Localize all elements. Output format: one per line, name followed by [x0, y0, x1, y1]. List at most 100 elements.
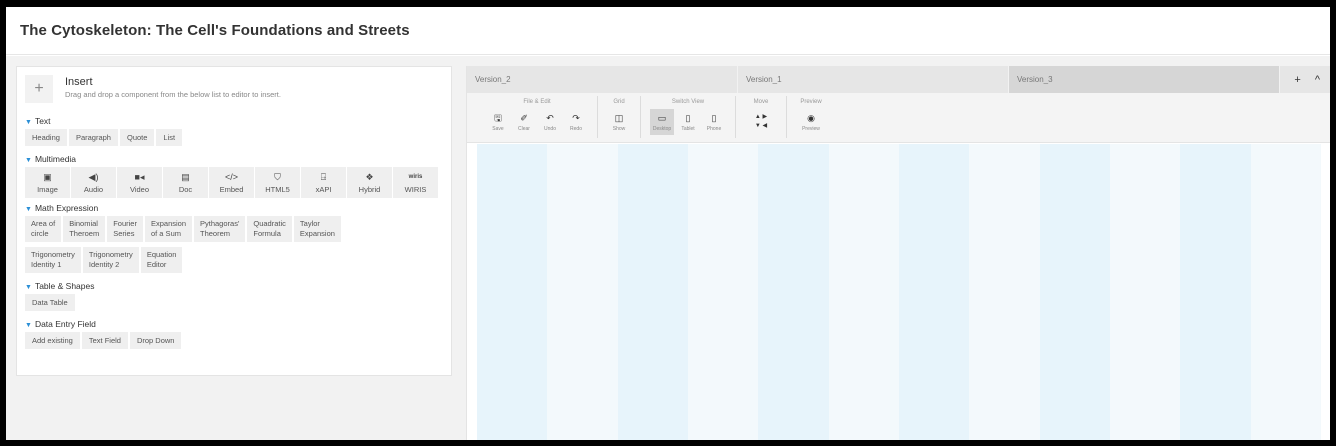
component-drop-down[interactable]: Drop Down: [129, 332, 182, 349]
component-area-of-circle[interactable]: Area of circle: [25, 216, 62, 242]
tab-version-3[interactable]: Version_3: [1009, 66, 1280, 93]
tab-version-2[interactable]: Version_2: [467, 66, 738, 93]
component-label: Pythagoras': [200, 219, 240, 228]
workspace: + Insert Drag and drop a component from …: [6, 56, 1330, 440]
grid-column: [547, 144, 618, 440]
grid-column: [828, 144, 899, 440]
clear-button[interactable]: ✐ Clear: [512, 109, 536, 135]
insert-header: + Insert Drag and drop a component from …: [17, 67, 451, 111]
section-dataentry-toggle[interactable]: ▼ Data Entry Field: [17, 318, 451, 330]
undo-icon: ↶: [546, 112, 554, 123]
tab-version-1[interactable]: Version_1: [738, 66, 1009, 93]
tablet-view-button[interactable]: ▯ Tablet: [676, 109, 700, 135]
component-label: Hybrid: [358, 185, 381, 194]
component-equation-editor[interactable]: Equation Editor: [140, 247, 183, 273]
section-math-toggle[interactable]: ▼ Math Expression: [17, 202, 451, 214]
component-label: HTML5: [265, 185, 290, 194]
component-add-existing[interactable]: Add existing: [25, 332, 80, 349]
component-taylor-expansion[interactable]: Taylor Expansion: [293, 216, 341, 242]
component-wiris[interactable]: wiris WIRIS: [393, 167, 438, 198]
section-multimedia-toggle[interactable]: ▼ Multimedia: [17, 153, 451, 165]
component-label: Identity 1: [31, 260, 62, 269]
version-tabs: Version_2 Version_1 Version_3 + ^: [467, 66, 1330, 93]
component-list[interactable]: List: [156, 129, 183, 146]
redo-button[interactable]: ↷ Redo: [564, 109, 588, 135]
component-label: Video: [129, 185, 150, 194]
section-table-toggle[interactable]: ▼ Table & Shapes: [17, 280, 451, 292]
component-expansion-of-sum[interactable]: Expansion of a Sum: [144, 216, 192, 242]
component-trig-identity-2[interactable]: Trigonometry Identity 2: [82, 247, 139, 273]
component-binomial-theorem[interactable]: Binomial Theroem: [63, 216, 106, 242]
component-label: Equation: [146, 250, 177, 259]
move-controls[interactable]: ▲ ▶ ▼ ◀: [745, 109, 777, 135]
component-quadratic-formula[interactable]: Quadratic Formula: [247, 216, 292, 242]
section-multimedia-title: Multimedia: [34, 154, 77, 164]
eye-icon: ◉: [807, 112, 815, 123]
group-label: Preview: [800, 99, 822, 105]
grid-column: [1250, 144, 1321, 440]
page-title: The Cytoskeleton: The Cell's Foundations…: [20, 22, 410, 39]
component-label: Fourier: [113, 219, 137, 228]
eraser-icon: ✐: [520, 112, 528, 123]
move-down-left-icon[interactable]: ▼ ◀: [746, 122, 776, 131]
component-label: Theroem: [69, 229, 100, 238]
grid-column: [758, 144, 829, 440]
component-paragraph[interactable]: Paragraph: [68, 129, 118, 146]
component-video[interactable]: ■◂ Video: [117, 167, 162, 198]
component-trig-identity-1[interactable]: Trigonometry Identity 1: [25, 247, 81, 273]
button-label: Show: [612, 125, 626, 132]
add-version-icon[interactable]: +: [1294, 74, 1300, 86]
group-label: Switch View: [671, 99, 705, 105]
caret-down-icon: ▼: [25, 157, 32, 164]
group-file-edit: File & Edit 🖫 Save ✐ Clear ↶ Undo ↷ Redo: [477, 96, 598, 138]
component-html5[interactable]: ⛉ HTML5: [255, 167, 300, 198]
component-hybrid[interactable]: ❖ Hybrid: [347, 167, 392, 198]
component-audio[interactable]: ◀) Audio: [71, 167, 116, 198]
section-text-toggle[interactable]: ▼ Text: [17, 115, 451, 127]
component-doc[interactable]: ▤ Doc: [163, 167, 208, 198]
component-label: Formula: [253, 229, 281, 238]
save-icon: 🖫: [494, 112, 502, 123]
collapse-icon[interactable]: ^: [1315, 74, 1320, 86]
insert-hint: Drag and drop a component from the below…: [65, 90, 281, 99]
component-embed[interactable]: </> Embed: [209, 167, 254, 198]
component-label: of a Sum: [150, 229, 181, 238]
component-pythagoras-theorem[interactable]: Pythagoras' Theorem: [194, 216, 246, 242]
component-label: Doc: [178, 185, 193, 194]
button-label: Desktop: [652, 125, 672, 132]
component-label: Editor: [146, 260, 167, 269]
component-label: Taylor: [299, 219, 320, 228]
group-preview: Preview ◉ Preview: [787, 96, 835, 138]
section-table-title: Table & Shapes: [34, 281, 95, 291]
save-button[interactable]: 🖫 Save: [486, 109, 510, 135]
group-label: File & Edit: [523, 99, 551, 105]
component-label: Trigonometry: [31, 250, 75, 259]
show-grid-button[interactable]: ◫ Show: [607, 109, 631, 135]
component-data-table[interactable]: Data Table: [25, 294, 75, 311]
undo-button[interactable]: ↶ Undo: [538, 109, 562, 135]
phone-view-button[interactable]: ▯ Phone: [702, 109, 726, 135]
component-image[interactable]: ▣ Image: [25, 167, 70, 198]
component-label: xAPI: [315, 185, 332, 194]
component-heading[interactable]: Heading: [25, 129, 67, 146]
phone-icon: ▯: [711, 112, 717, 123]
desktop-view-button[interactable]: ▭ Desktop: [650, 109, 674, 135]
grid-column: [898, 144, 970, 440]
component-xapi[interactable]: ⍈ xAPI: [301, 167, 346, 198]
button-label: Tablet: [681, 125, 695, 132]
caret-down-icon: ▼: [25, 206, 32, 213]
move-up-right-icon[interactable]: ▲ ▶: [746, 113, 776, 122]
insert-plus-icon[interactable]: +: [25, 75, 53, 103]
component-label: circle: [31, 229, 49, 238]
caret-down-icon: ▼: [25, 284, 32, 291]
redo-icon: ↷: [572, 112, 580, 123]
preview-button[interactable]: ◉ Preview: [796, 109, 826, 135]
component-quote[interactable]: Quote: [119, 129, 155, 146]
editor-canvas-grid[interactable]: [477, 144, 1321, 440]
component-label: Theorem: [200, 229, 231, 238]
component-text-field[interactable]: Text Field: [81, 332, 128, 349]
hybrid-icon: ❖: [365, 172, 374, 182]
component-fourier-series[interactable]: Fourier Series: [107, 216, 143, 242]
group-label: Move: [753, 99, 769, 105]
button-label: Undo: [544, 125, 556, 132]
